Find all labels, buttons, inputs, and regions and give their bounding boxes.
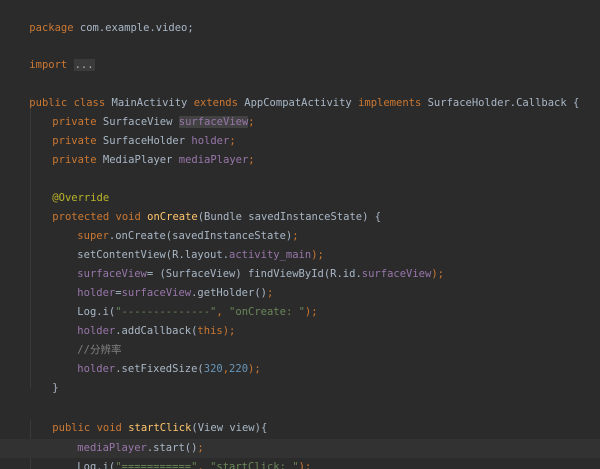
keyword-import: import xyxy=(29,59,68,71)
code-line-super-oncreate[interactable]: super.onCreate(savedInstanceState); xyxy=(52,208,298,242)
superclass-name: AppCompatActivity xyxy=(237,97,359,109)
close-brace: } xyxy=(52,382,59,394)
interface-name: SurfaceHolder.Callback { xyxy=(421,97,580,109)
code-line-log-oncreate[interactable]: Log.i("--------------", "onCreate: "); xyxy=(52,284,317,318)
string-literal: "startClick: " xyxy=(210,461,299,469)
code-line-addcallback[interactable]: holder.addCallback(this); xyxy=(52,303,235,337)
id-field: surfaceView xyxy=(361,268,432,280)
code-line-class-declaration[interactable]: public class MainActivity extends AppCom… xyxy=(4,75,579,109)
code-line-log-startclick[interactable]: Log.i("===========", "startClick: "); xyxy=(52,439,311,469)
code-line-field-mediaplayer[interactable]: private MediaPlayer mediaPlayer; xyxy=(27,132,254,166)
package-name: com.example.video; xyxy=(73,22,194,34)
statement-text: .setFixedSize( xyxy=(115,363,204,375)
statement-end: ); xyxy=(298,461,312,469)
field-type: MediaPlayer xyxy=(96,154,179,166)
statement-text: Log.i( xyxy=(77,461,116,469)
keyword-package: package xyxy=(29,22,74,34)
semicolon: ; xyxy=(248,116,255,128)
comma: , xyxy=(197,461,211,469)
statement-end: ); xyxy=(431,268,444,280)
semicolon: ; xyxy=(248,154,255,166)
statement-text: .addCallback( xyxy=(115,325,198,337)
statement-end: ); xyxy=(248,363,261,375)
keyword-private: private xyxy=(52,154,97,166)
code-line-setcontentview[interactable]: setContentView(R.layout.activity_main); xyxy=(52,227,324,261)
keyword-implements: implements xyxy=(358,97,422,109)
code-line-comment[interactable]: //分辨率 xyxy=(52,322,121,356)
code-line-field-holder[interactable]: private SurfaceHolder holder; xyxy=(27,113,235,147)
keyword-this: this xyxy=(197,325,223,337)
code-line-annotation[interactable]: @Override xyxy=(27,170,109,204)
code-line-field-surfaceview[interactable]: private SurfaceView surfaceView; xyxy=(27,94,255,128)
code-line-package[interactable]: package com.example.video; xyxy=(4,0,193,34)
field-name: mediaPlayer xyxy=(178,154,249,166)
statement-end: ); xyxy=(304,306,318,318)
code-line-import[interactable]: import ... xyxy=(4,37,95,71)
number-literal: 320 xyxy=(203,363,223,375)
string-literal: "onCreate: " xyxy=(229,306,305,318)
code-line-setfixedsize[interactable]: holder.setFixedSize(320,220); xyxy=(52,341,260,375)
code-line-close-brace[interactable]: } xyxy=(27,360,58,394)
code-line-getholder[interactable]: holder=surfaceView.getHolder(); xyxy=(52,265,273,299)
code-line-startclick-signature[interactable]: public void startClick(View view){ xyxy=(27,400,267,434)
code-editor[interactable]: package com.example.video; import ... pu… xyxy=(0,0,600,469)
field-name: holder xyxy=(77,363,116,375)
string-literal: "===========" xyxy=(115,461,198,469)
folded-imports[interactable]: ... xyxy=(73,59,95,71)
code-line-mediaplayer-start[interactable]: mediaPlayer.start(); xyxy=(52,420,203,454)
statement-end: ); xyxy=(222,325,236,337)
code-line-findviewbyid[interactable]: surfaceView= (SurfaceView) findViewById(… xyxy=(52,246,444,280)
number-literal: 220 xyxy=(229,363,249,375)
code-line-oncreate-signature[interactable]: protected void onCreate(Bundle savedInst… xyxy=(27,189,381,223)
